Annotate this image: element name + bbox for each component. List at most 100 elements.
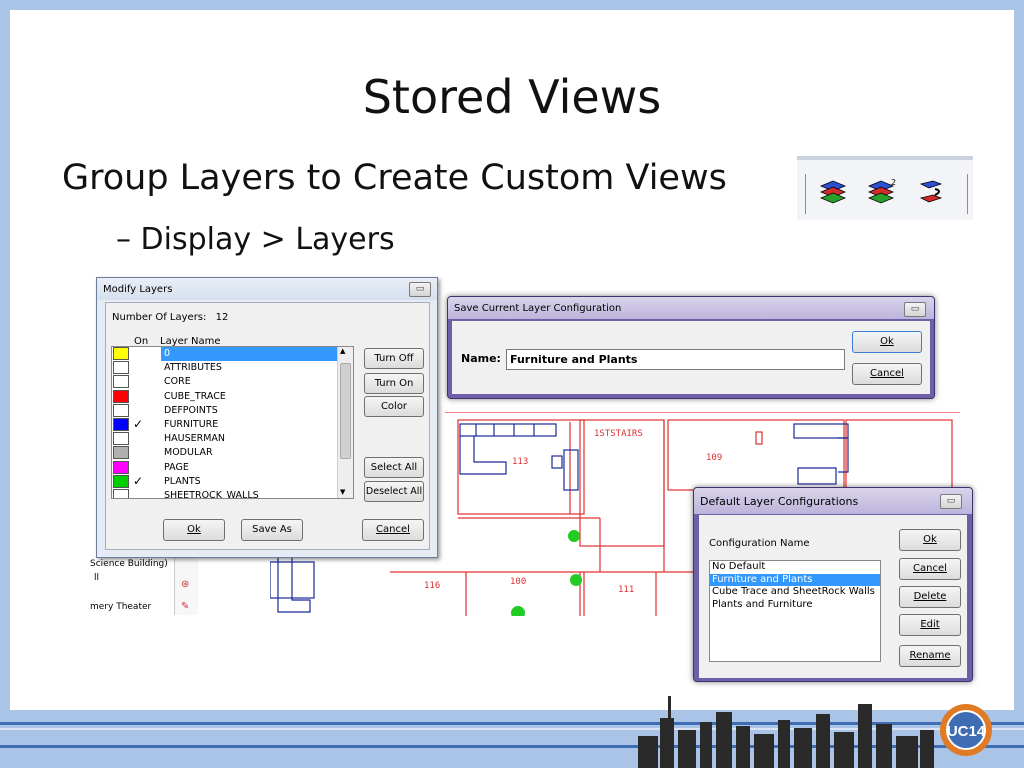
layer-color-swatch [113,361,129,375]
layer-row[interactable]: ✓ FURNITURE [112,418,338,432]
deselect-all-button[interactable]: Deselect All [364,481,424,502]
uc14-badge: UC14 [940,704,992,756]
layer-row[interactable]: ATTRIBUTES [112,361,338,375]
layer-name: DEFPOINTS [164,404,218,416]
layer-row[interactable]: HAUSERMAN [112,432,338,446]
layer-name: SHEETROCK_WALLS [164,490,259,499]
ok-button[interactable]: Ok [852,331,922,353]
layers-toolbar: 2 [797,156,973,220]
close-button[interactable]: ▭ [940,494,962,509]
dialog-title: Modify Layers [103,283,173,295]
default-configs-body: Configuration Name No Default Furniture a… [699,515,967,678]
slide-title: Stored Views [362,70,662,124]
layer-color-swatch [113,418,129,431]
layers-save-icon[interactable]: 2 [865,176,897,208]
config-list-item[interactable]: Cube Trace and SheetRock Walls [710,586,880,599]
config-list-label: Configuration Name [709,538,810,549]
layer-row[interactable]: CORE [112,375,338,389]
layer-row[interactable]: 0 [112,347,339,361]
config-list-item[interactable]: No Default [710,561,880,574]
checkmark-icon[interactable]: ✓ [133,475,143,487]
stairs-label: 1STSTAIRS [594,429,643,439]
select-all-button[interactable]: Select All [364,457,424,478]
layer-row[interactable]: SHEETROCK_WALLS [112,489,338,499]
layer-row[interactable]: CUBE_TRACE [112,389,338,404]
edit-button[interactable]: Edit [899,614,961,636]
plants [511,530,582,616]
pencil-icon[interactable]: ✎ [181,601,189,612]
layer-color-swatch [113,432,129,446]
layer-row[interactable]: PAGE [112,460,338,475]
ok-button[interactable]: Ok [899,529,961,551]
layer-name: PAGE [164,461,189,473]
cancel-button[interactable]: Cancel [362,519,424,541]
close-button[interactable]: ▭ [904,302,926,317]
panel-item[interactable]: mery Theater [90,602,151,612]
layer-count-label: Number Of Layers: 12 [112,312,228,323]
config-list-item[interactable]: Plants and Furniture [710,599,880,612]
panel-item[interactable]: Science Building) [90,559,170,569]
layers-restore-icon[interactable] [915,176,947,208]
toolbar-separator [805,174,806,214]
cancel-button[interactable]: Cancel [899,558,961,580]
config-name-input[interactable] [506,349,845,370]
scroll-down-icon[interactable]: ▼ [340,488,345,496]
room-label-100: 100 [510,577,526,587]
layer-row[interactable]: ✓ PLANTS [112,474,338,489]
close-button[interactable]: ▭ [409,282,431,297]
layer-color-swatch [113,474,129,488]
layer-list-scrollbar[interactable]: ▲ ▼ [337,347,353,498]
bullet-main: Group Layers to Create Custom Views [62,158,727,198]
name-label: Name: [461,352,501,365]
scroll-up-icon[interactable]: ▲ [340,347,345,355]
room-label-116: 116 [424,581,440,591]
layers-stack-icon[interactable] [817,176,849,208]
layer-name: MODULAR [164,447,213,459]
room-label-109: 109 [706,453,722,463]
layer-color-swatch [113,375,129,389]
config-list[interactable]: No Default Furniture and Plants Cube Trace… [709,560,881,662]
layer-name: PLANTS [164,475,201,487]
modify-layers-titlebar: Modify Layers [97,278,437,300]
color-button[interactable]: Color [364,396,424,417]
layer-name: CORE [164,376,191,388]
layer-color-swatch [113,347,129,360]
turn-off-button[interactable]: Turn Off [364,348,424,369]
layer-row[interactable]: MODULAR [112,446,338,460]
target-icon[interactable]: ⊛ [181,579,189,590]
cancel-button[interactable]: Cancel [852,363,922,385]
dialog-title: Default Layer Configurations [700,494,859,508]
layer-color-swatch [113,446,129,460]
layer-name: HAUSERMAN [164,433,226,445]
dialog-title: Save Current Layer Configuration [454,302,622,314]
ok-button[interactable]: Ok [163,519,225,541]
default-configs-titlebar: Default Layer Configurations [694,488,972,514]
logo-text: UC14 [947,723,986,740]
city-skyline-logo: UC14 [638,696,992,768]
layer-row[interactable]: DEFPOINTS [112,403,338,418]
layer-color-swatch [113,489,129,498]
layer-list[interactable]: 0 ATTRIBUTES CORE CUBE_TRACE DEFPOINTS ✓ FURNI… [111,346,354,499]
save-config-dialog: Save Current Layer Configuration ▭ Name:… [447,296,935,399]
save-as-button[interactable]: Save As [241,519,303,541]
panel-icon-strip: ⊛ ✎ [174,555,198,615]
left-panel: Science Building) ll mery Theater ⊛ ✎ [90,555,200,615]
svg-text:2: 2 [891,178,896,187]
panel-item[interactable]: ll [94,573,99,583]
scroll-thumb[interactable] [340,363,351,459]
count-label: Number Of Layers: [112,312,207,323]
layer-color-swatch [113,389,129,403]
config-list-item[interactable]: Furniture and Plants [710,573,880,586]
save-config-titlebar: Save Current Layer Configuration [448,297,934,319]
default-configs-dialog: Default Layer Configurations ▭ Configura… [693,487,973,682]
count-value: 12 [215,312,229,323]
checkmark-icon[interactable]: ✓ [133,418,143,430]
modify-layers-body: Number Of Layers: 12 On Layer Name 0 ATTR… [105,302,430,550]
rename-button[interactable]: Rename [899,645,961,667]
layer-name: ATTRIBUTES [164,362,222,374]
save-config-body: Name: Ok Cancel [452,321,930,394]
modify-layers-dialog: Modify Layers ▭ Number Of Layers: 12 On … [96,277,438,558]
turn-on-button[interactable]: Turn On [364,373,424,394]
delete-button[interactable]: Delete [899,586,961,608]
room-label-113: 113 [512,457,528,467]
